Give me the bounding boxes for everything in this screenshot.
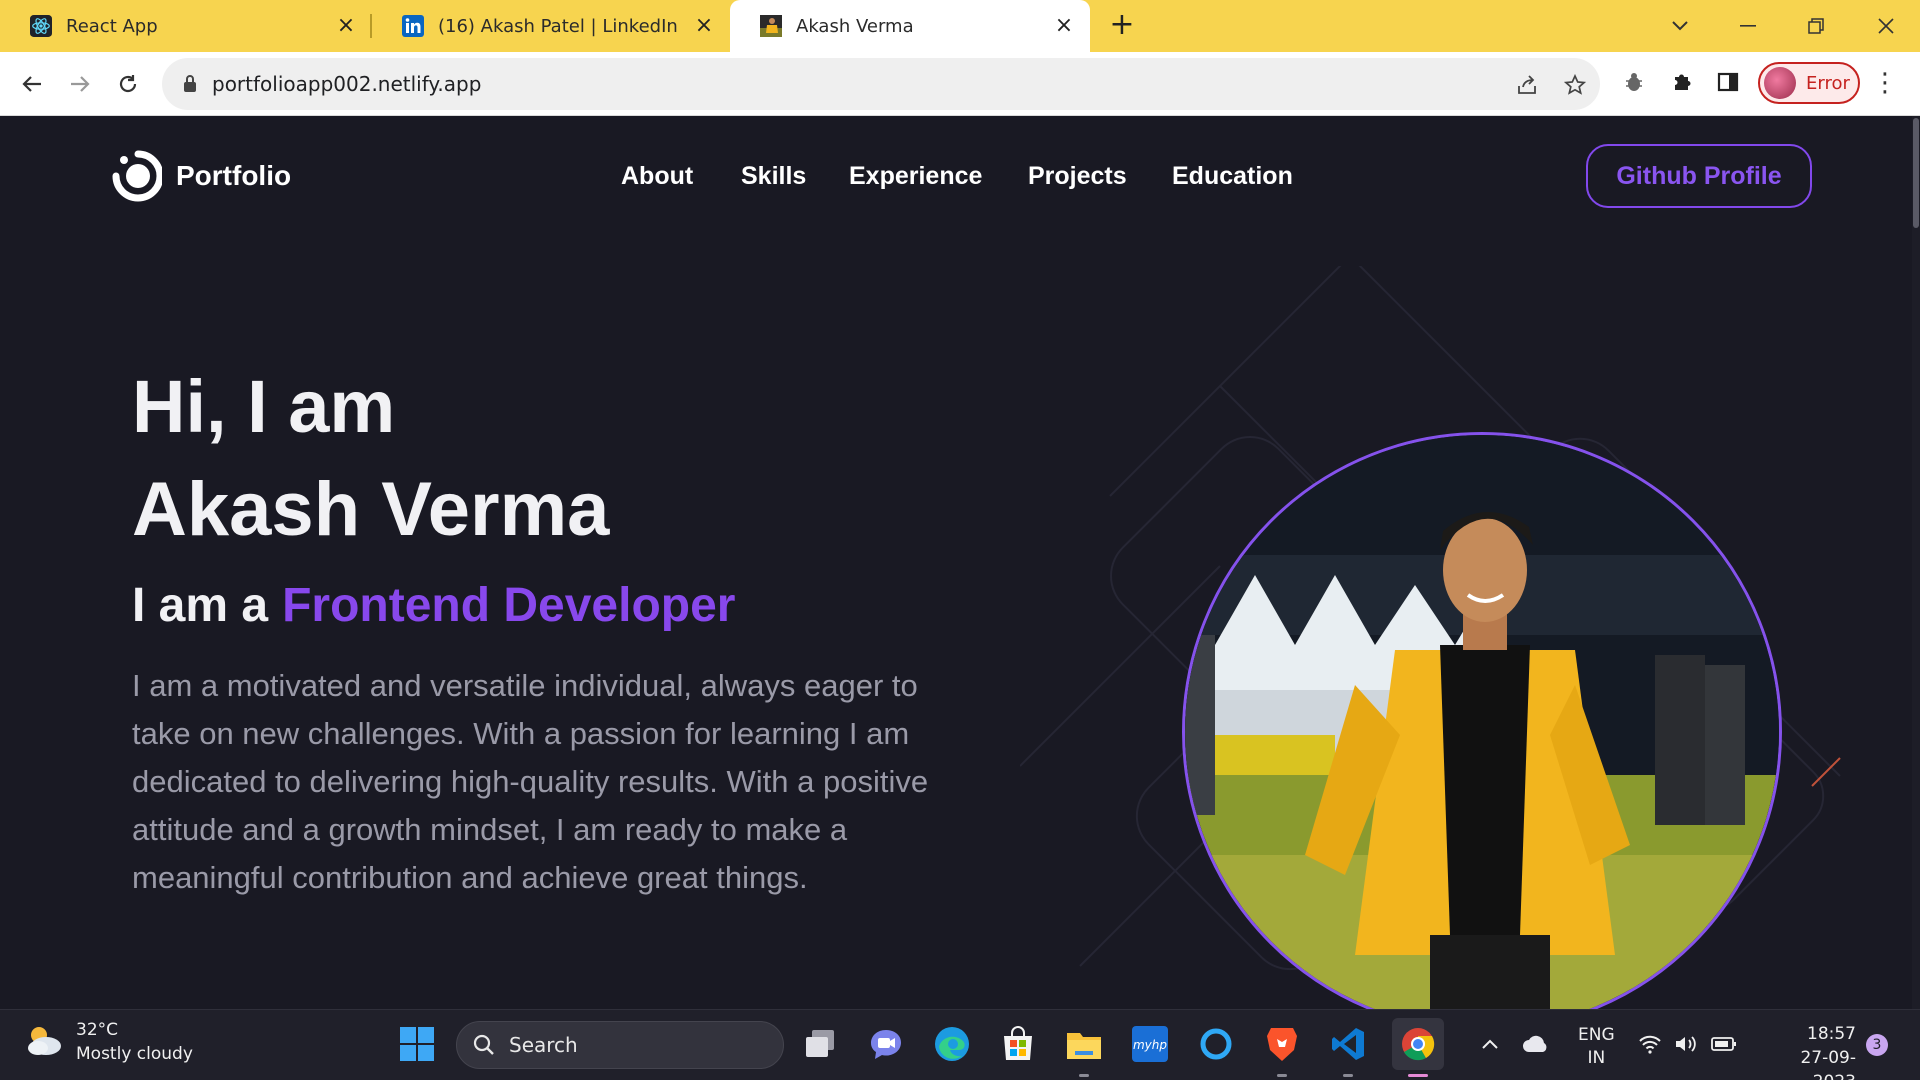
search-label: Search bbox=[509, 1033, 578, 1057]
site-logo[interactable]: Portfolio bbox=[110, 150, 291, 202]
profile-button[interactable]: Error bbox=[1758, 62, 1860, 104]
share-icon[interactable] bbox=[1512, 70, 1542, 100]
weather-widget[interactable]: 32°C Mostly cloudy bbox=[24, 1018, 193, 1066]
linkedin-icon bbox=[402, 15, 424, 37]
edge-browser-icon[interactable] bbox=[930, 1022, 974, 1066]
role-highlight: Frontend Developer bbox=[282, 579, 736, 632]
bug-extension-icon[interactable] bbox=[1618, 66, 1650, 98]
browser-tab-strip: React App × (16) Akash Patel | LinkedIn … bbox=[0, 0, 1920, 52]
nav-link-about[interactable]: About bbox=[621, 162, 693, 191]
vscode-icon[interactable] bbox=[1326, 1022, 1370, 1066]
nav-link-education[interactable]: Education bbox=[1172, 162, 1293, 191]
close-window-icon[interactable] bbox=[1866, 8, 1906, 44]
address-bar[interactable]: portfolioapp002.netlify.app bbox=[162, 58, 1600, 110]
show-hidden-icons-chevron-icon[interactable] bbox=[1470, 1022, 1510, 1066]
minimize-icon[interactable] bbox=[1728, 8, 1768, 44]
hero-role: I am a Frontend Developer bbox=[132, 578, 735, 633]
myhp-icon[interactable]: myhp bbox=[1128, 1022, 1172, 1066]
page-viewport: Portfolio About Skills Experience Projec… bbox=[0, 116, 1920, 1009]
reload-icon[interactable] bbox=[108, 64, 148, 104]
volume-icon[interactable] bbox=[1668, 1022, 1704, 1066]
language-code: ENG bbox=[1578, 1025, 1615, 1045]
react-icon bbox=[30, 15, 52, 37]
greeting-line: Hi, I am bbox=[132, 365, 396, 448]
clock-date: 27-09-2023 bbox=[1800, 1048, 1856, 1080]
portrait-thumbnail-icon bbox=[760, 15, 782, 37]
running-indicator bbox=[1079, 1074, 1089, 1077]
close-tab-icon[interactable]: × bbox=[334, 14, 358, 38]
taskbar-search-box[interactable]: Search bbox=[456, 1021, 784, 1069]
running-indicator bbox=[1277, 1074, 1287, 1077]
github-profile-button[interactable]: Github Profile bbox=[1586, 144, 1812, 208]
running-indicator bbox=[1343, 1074, 1353, 1077]
tab-linkedin[interactable]: (16) Akash Patel | LinkedIn × bbox=[372, 0, 730, 52]
clock[interactable]: 18:57 27-09-2023 bbox=[1760, 1022, 1856, 1080]
svg-text:myhp: myhp bbox=[1133, 1038, 1167, 1052]
weather-temperature: 32°C bbox=[76, 1020, 119, 1040]
tab-title: Akash Verma bbox=[796, 15, 914, 37]
browser-menu-icon[interactable]: ⋮ bbox=[1870, 68, 1900, 98]
language-indicator[interactable]: ENG IN bbox=[1578, 1024, 1615, 1070]
language-region: IN bbox=[1587, 1048, 1606, 1068]
windows-start-icon[interactable] bbox=[395, 1022, 439, 1066]
back-icon[interactable] bbox=[12, 64, 52, 104]
clock-time: 18:57 bbox=[1807, 1024, 1856, 1044]
side-panel-icon[interactable] bbox=[1712, 66, 1744, 98]
bookmark-star-icon[interactable] bbox=[1560, 70, 1590, 100]
chrome-icon[interactable] bbox=[1392, 1018, 1444, 1070]
role-prefix: I am a bbox=[132, 579, 269, 632]
restore-icon[interactable] bbox=[1796, 8, 1836, 44]
profile-photo bbox=[1182, 432, 1782, 1009]
new-tab-icon[interactable]: + bbox=[1106, 10, 1138, 42]
tab-title: (16) Akash Patel | LinkedIn bbox=[438, 15, 678, 37]
battery-icon[interactable] bbox=[1706, 1022, 1742, 1066]
browser-toolbar: portfolioapp002.netlify.app Error ⋮ bbox=[0, 52, 1920, 116]
tab-react-app[interactable]: React App × bbox=[0, 0, 372, 52]
tab-title: React App bbox=[66, 15, 158, 37]
url-text: portfolioapp002.netlify.app bbox=[212, 72, 482, 96]
file-explorer-icon[interactable] bbox=[1062, 1022, 1106, 1066]
scrollbar-thumb[interactable] bbox=[1913, 118, 1919, 228]
task-view-icon[interactable] bbox=[798, 1022, 842, 1066]
onedrive-cloud-icon[interactable] bbox=[1516, 1022, 1556, 1066]
partly-cloudy-icon bbox=[24, 1022, 64, 1062]
close-tab-icon[interactable]: × bbox=[692, 14, 716, 38]
windows-taskbar: 32°C Mostly cloudy Search myhp ENG IN 18… bbox=[0, 1009, 1920, 1080]
close-tab-icon[interactable]: × bbox=[1052, 14, 1076, 38]
weather-description: Mostly cloudy bbox=[76, 1044, 193, 1064]
active-app-indicator bbox=[1408, 1074, 1428, 1077]
forward-icon[interactable] bbox=[60, 64, 100, 104]
tab-akash-verma[interactable]: Akash Verma × bbox=[730, 0, 1090, 52]
search-icon bbox=[473, 1034, 495, 1056]
profile-error-label: Error bbox=[1806, 72, 1850, 94]
nav-link-skills[interactable]: Skills bbox=[741, 162, 806, 191]
avatar bbox=[1764, 67, 1796, 99]
hero-bio: I am a motivated and versatile individua… bbox=[132, 668, 929, 895]
cortana-icon[interactable] bbox=[1194, 1022, 1238, 1066]
portfolio-logo-icon bbox=[110, 150, 164, 202]
extensions-puzzle-icon[interactable] bbox=[1666, 66, 1698, 98]
hero-name: Akash Verma bbox=[132, 467, 610, 552]
page-scrollbar[interactable] bbox=[1912, 116, 1920, 1009]
brave-browser-icon[interactable] bbox=[1260, 1022, 1304, 1066]
teams-chat-icon[interactable] bbox=[864, 1022, 908, 1066]
nav-link-projects[interactable]: Projects bbox=[1028, 162, 1127, 191]
microsoft-store-icon[interactable] bbox=[996, 1022, 1040, 1066]
tab-search-icon[interactable] bbox=[1660, 8, 1700, 44]
lock-icon bbox=[182, 74, 198, 94]
wifi-icon[interactable] bbox=[1632, 1022, 1668, 1066]
nav-link-experience[interactable]: Experience bbox=[849, 162, 982, 191]
logo-text: Portfolio bbox=[176, 160, 292, 191]
notification-badge[interactable]: 3 bbox=[1866, 1034, 1888, 1056]
